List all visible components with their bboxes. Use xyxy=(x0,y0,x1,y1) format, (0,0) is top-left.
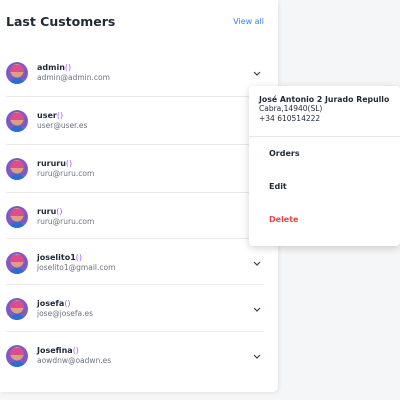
avatar-icon xyxy=(6,62,28,84)
customer-name: rururu xyxy=(37,158,66,168)
delete-menu-item[interactable]: Delete xyxy=(249,203,400,236)
view-all-link[interactable]: View all xyxy=(233,17,264,26)
customer-email: admin@admin.com xyxy=(37,73,110,83)
customer-dropdown-menu: José Antonio 2 Jurado Repullo Cabra,1494… xyxy=(249,86,400,246)
card-header: Last Customers View all xyxy=(6,12,264,30)
customer-email: ruru@ruru.com xyxy=(37,169,95,179)
customer-email: joselito1@gmail.com xyxy=(37,263,116,273)
customer-row[interactable]: josefa() jose@josefa.es xyxy=(6,285,270,333)
customer-name-suffix: () xyxy=(65,158,73,168)
customer-full-name: José Antonio 2 Jurado Repullo xyxy=(259,95,390,104)
customer-name: josefa xyxy=(37,298,65,308)
customer-name-suffix: () xyxy=(64,62,72,72)
customer-row[interactable]: admin() admin@admin.com xyxy=(6,49,270,97)
customer-name-suffix: () xyxy=(56,206,63,216)
customer-details: José Antonio 2 Jurado Repullo Cabra,1494… xyxy=(249,86,400,136)
customer-row[interactable]: rururu() ruru@ruru.com xyxy=(6,145,270,193)
customer-email: aowdnw@oadwn.es xyxy=(37,356,112,366)
customer-name: ruru xyxy=(37,206,57,216)
customer-name: Josefina xyxy=(37,345,73,355)
customer-address: Cabra,14940(SL) xyxy=(259,104,323,113)
customer-name: joselito1 xyxy=(37,252,76,262)
chevron-down-icon[interactable] xyxy=(252,68,262,78)
customer-row[interactable]: ruru() ruru@ruru.com xyxy=(6,193,270,241)
customer-phone: +34 610514222 xyxy=(259,114,321,124)
edit-menu-item[interactable]: Edit xyxy=(249,170,400,203)
avatar-icon xyxy=(6,158,28,180)
last-customers-card: Last Customers View all admin() admin@ad… xyxy=(0,0,278,392)
customer-email: ruru@ruru.com xyxy=(37,217,95,227)
customer-email: user@user.es xyxy=(37,121,88,131)
avatar-icon xyxy=(6,345,28,367)
avatar-icon xyxy=(6,298,28,320)
chevron-down-icon[interactable] xyxy=(252,351,262,361)
avatar-icon xyxy=(6,110,28,132)
customer-row[interactable]: Josefina() aowdnw@oadwn.es xyxy=(6,332,270,380)
customer-name-suffix: () xyxy=(72,345,79,355)
customer-row[interactable]: joselito1() joselito1@gmail.com xyxy=(6,239,270,287)
customer-name-suffix: () xyxy=(56,110,64,120)
customer-row[interactable]: user() user@user.es xyxy=(6,97,270,145)
card-title: Last Customers xyxy=(6,13,116,29)
customer-name-suffix: () xyxy=(64,298,71,308)
avatar-icon xyxy=(6,252,28,274)
customer-name-suffix: () xyxy=(75,252,83,262)
customer-name: admin xyxy=(37,62,65,72)
orders-menu-item[interactable]: Orders xyxy=(249,137,400,170)
customer-name: user xyxy=(37,110,57,120)
chevron-down-icon[interactable] xyxy=(252,304,262,314)
customer-email: jose@josefa.es xyxy=(37,309,94,319)
avatar-icon xyxy=(6,206,28,228)
chevron-down-icon[interactable] xyxy=(252,258,262,268)
